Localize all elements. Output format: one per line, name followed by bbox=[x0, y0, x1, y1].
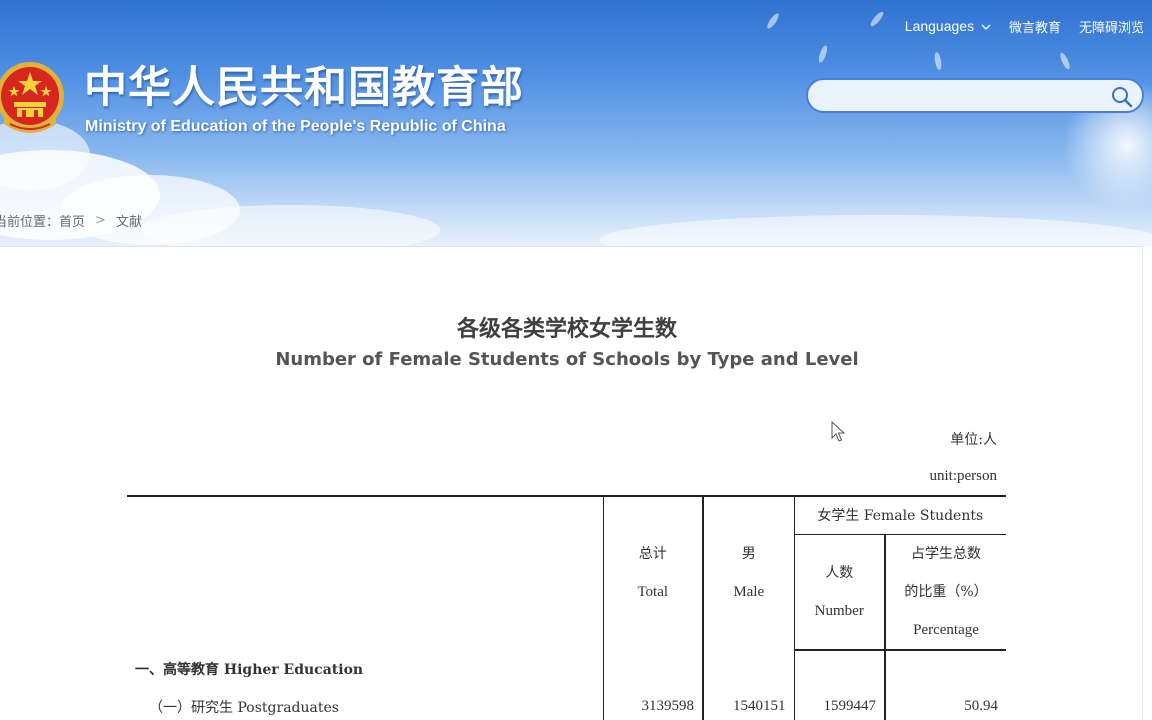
unit-label-cn: 单位:人 bbox=[950, 432, 997, 448]
header-female-group: 女学生 Female Students bbox=[793, 495, 1007, 535]
cell-male: 1540151 bbox=[702, 687, 794, 720]
row-label: 一、高等教育 Higher Education bbox=[135, 661, 364, 678]
breadcrumb-current-link[interactable]: 文献 bbox=[116, 211, 142, 230]
cell-female bbox=[793, 649, 885, 688]
header-percentage: 占学生总数 的比重（%） Percentage bbox=[883, 534, 1007, 651]
site-title: 中华人民共和国教育部 bbox=[84, 63, 524, 113]
dandelion-seed-decoration bbox=[868, 10, 886, 28]
weiyan-link[interactable]: 微言教育 bbox=[1009, 17, 1061, 36]
header-pct-en: Percentage bbox=[913, 621, 979, 638]
content-panel: 各级各类学校女学生数 Number of Female Students of … bbox=[0, 246, 1143, 720]
header-pct-cn-2: 的比重（%） bbox=[904, 583, 988, 600]
table-header-row: 总计 Total 男 Male 女学生 Female Students bbox=[127, 495, 1007, 650]
languages-label: Languages bbox=[904, 18, 975, 34]
unit-label-en: unit:person bbox=[929, 468, 998, 484]
header-total: 总计 Total bbox=[602, 495, 703, 650]
header-male-cn: 男 bbox=[741, 546, 756, 563]
cloud-decoration bbox=[600, 215, 1152, 246]
languages-menu[interactable]: Languages bbox=[905, 18, 991, 34]
cell-percentage bbox=[883, 649, 1007, 688]
cloud-decoration bbox=[140, 205, 440, 246]
mouse-cursor-icon bbox=[831, 421, 846, 442]
cell-male bbox=[702, 649, 794, 688]
breadcrumb: 当前位置： 首页 > 文献 bbox=[0, 211, 142, 230]
header-banner: 中华人民共和国教育部 Ministry of Education of the … bbox=[0, 0, 1152, 246]
document-title: 各级各类学校女学生数 bbox=[456, 317, 677, 342]
search-icon[interactable] bbox=[1110, 85, 1134, 109]
site-subtitle: Ministry of Education of the People's Re… bbox=[85, 118, 506, 135]
top-navigation: Languages 微言教育 无障碍浏览 bbox=[887, 17, 1144, 36]
cell-total bbox=[602, 649, 703, 688]
dandelion-seed-decoration bbox=[1058, 51, 1072, 71]
cell-percentage: 50.94 bbox=[883, 687, 1007, 720]
row-label: （一）研究生 Postgraduates bbox=[149, 699, 339, 716]
header-number-en: Number bbox=[814, 602, 864, 619]
header-blank-cell bbox=[127, 495, 603, 650]
breadcrumb-home-link[interactable]: 首页 bbox=[59, 211, 85, 230]
accessible-browsing-link[interactable]: 无障碍浏览 bbox=[1079, 17, 1144, 36]
breadcrumb-prefix: 当前位置： bbox=[0, 214, 60, 230]
female-students-table: 总计 Total 男 Male 女学生 Female Students 人数 N… bbox=[127, 495, 1007, 720]
breadcrumb-separator: > bbox=[95, 212, 106, 228]
dandelion-seed-decoration bbox=[933, 51, 943, 71]
dandelion-seed-decoration bbox=[765, 11, 781, 31]
header-number: 人数 Number bbox=[793, 534, 885, 651]
table-row: （一）研究生 Postgraduates 3139598 1540151 159… bbox=[127, 687, 1007, 720]
cell-total: 3139598 bbox=[602, 687, 703, 720]
header-total-cn: 总计 bbox=[638, 546, 667, 563]
chevron-down-icon bbox=[981, 24, 991, 30]
header-total-en: Total bbox=[637, 584, 669, 601]
document-subtitle: Number of Female Students of Schools by … bbox=[275, 349, 859, 370]
national-emblem-icon bbox=[0, 62, 64, 133]
cell-female: 1599447 bbox=[793, 687, 885, 720]
header-male: 男 Male bbox=[702, 495, 794, 650]
search-input[interactable] bbox=[820, 84, 1110, 108]
search-box bbox=[806, 78, 1144, 113]
header-number-cn: 人数 bbox=[825, 564, 854, 581]
header-male-en: Male bbox=[733, 584, 765, 601]
header-pct-cn-1: 占学生总数 bbox=[911, 545, 981, 562]
table-row: 一、高等教育 Higher Education bbox=[127, 649, 1007, 688]
page: 中华人民共和国教育部 Ministry of Education of the … bbox=[0, 0, 1152, 720]
dandelion-seed-decoration bbox=[817, 44, 829, 64]
